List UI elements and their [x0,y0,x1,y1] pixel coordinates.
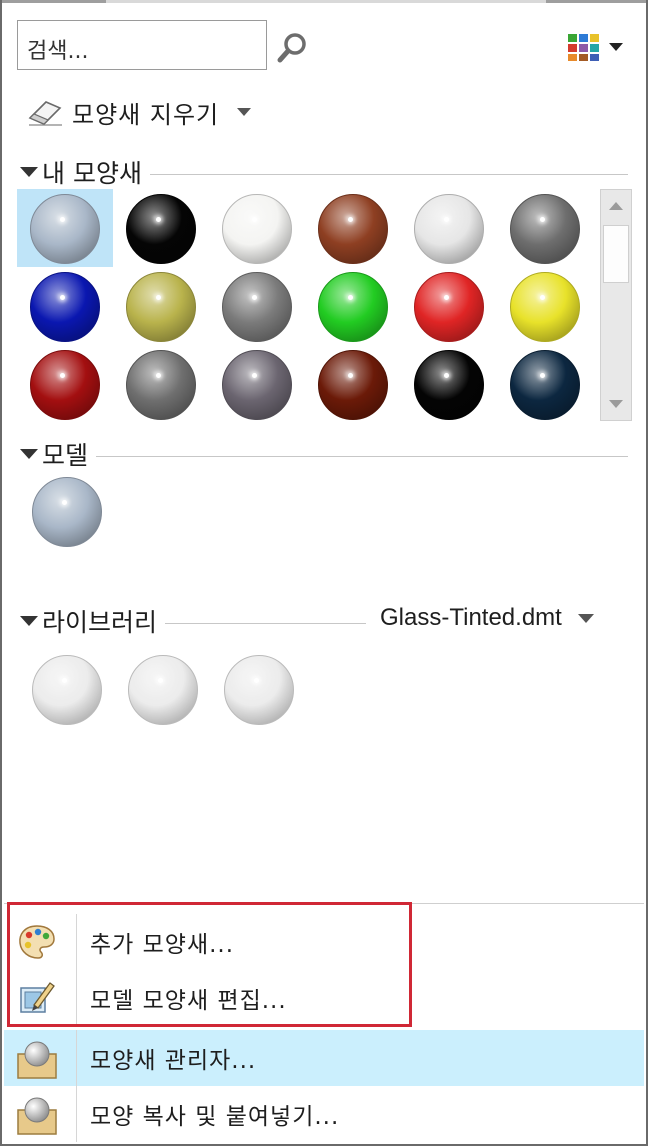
appearance-swatch[interactable] [30,350,100,420]
menu-item-label: 추가 모양새... [90,932,235,958]
menu-item-copy-paste-appearance[interactable]: 모양 복사 및 붙여넣기... [4,1086,644,1142]
section-library[interactable]: 라이브러리 [20,604,366,638]
appearance-swatch[interactable] [510,194,580,264]
appearance-swatch[interactable] [510,350,580,420]
appearance-swatch[interactable] [414,350,484,420]
palette-icon [19,925,55,959]
menu-divider [4,903,644,904]
section-title: 모델 [42,441,89,470]
appearance-swatch[interactable] [222,350,292,420]
scroll-up-icon[interactable] [609,202,623,210]
menu-item-label: 모델 모양새 편집... [90,988,287,1014]
appearance-swatch[interactable] [222,272,292,342]
library-appearance-swatch[interactable] [128,655,198,725]
model-appearance-swatch[interactable] [32,477,102,547]
swatch-scrollbar[interactable] [600,189,632,421]
clear-appearance-button[interactable]: 모양새 지우기 [26,92,252,132]
menu-item-edit-model-appearance[interactable]: 모델 모양새 편집... [4,970,644,1026]
appearance-swatch[interactable] [222,194,292,264]
menu-item-label: 모양새 관리자... [90,1048,257,1074]
appearance-swatch[interactable] [30,194,100,264]
library-appearance-swatch[interactable] [224,655,294,725]
section-title: 라이브러리 [42,608,158,637]
section-title: 내 모양새 [42,159,142,188]
library-appearance-swatch[interactable] [32,655,102,725]
appearance-swatch[interactable] [414,194,484,264]
chevron-down-icon[interactable] [237,108,252,116]
edit-appearance-icon [20,982,55,1013]
scroll-down-icon[interactable] [609,400,623,408]
section-my-appearances[interactable]: 내 모양새 [20,155,628,189]
copy-paste-appearance-icon [17,1097,57,1135]
menu-item-label: 모양 복사 및 붙여넣기... [90,1104,340,1130]
collapse-triangle-icon[interactable] [20,616,38,626]
section-rule [149,173,628,175]
appearance-swatch[interactable] [318,272,388,342]
clear-appearance-label: 모양새 지우기 [72,100,220,129]
library-file-name: Glass-Tinted.dmt [380,604,562,631]
appearance-swatch[interactable] [126,194,196,264]
scroll-thumb[interactable] [603,225,629,283]
section-rule [165,622,366,624]
appearance-swatch[interactable] [126,272,196,342]
chevron-down-icon[interactable] [577,613,594,623]
view-grid-icon[interactable] [566,32,626,62]
menu-item-add-appearances[interactable]: 추가 모양새... [4,914,644,970]
appearance-swatch[interactable] [318,194,388,264]
collapse-triangle-icon[interactable] [20,449,38,459]
eraser-icon [28,101,62,126]
appearance-swatch[interactable] [510,272,580,342]
appearance-swatch[interactable] [30,272,100,342]
collapse-triangle-icon[interactable] [20,167,38,177]
appearance-swatch[interactable] [414,272,484,342]
appearance-swatch[interactable] [126,350,196,420]
section-rule [96,455,628,457]
library-file-dropdown[interactable]: Glass-Tinted.dmt [380,604,594,632]
appearance-swatch[interactable] [318,350,388,420]
section-model[interactable]: 모델 [20,437,628,471]
search-icon[interactable] [276,30,310,64]
appearance-manager-icon [17,1041,57,1079]
menu-item-appearance-manager[interactable]: 모양새 관리자... [4,1030,644,1086]
search-input[interactable]: 검색... [17,20,267,70]
